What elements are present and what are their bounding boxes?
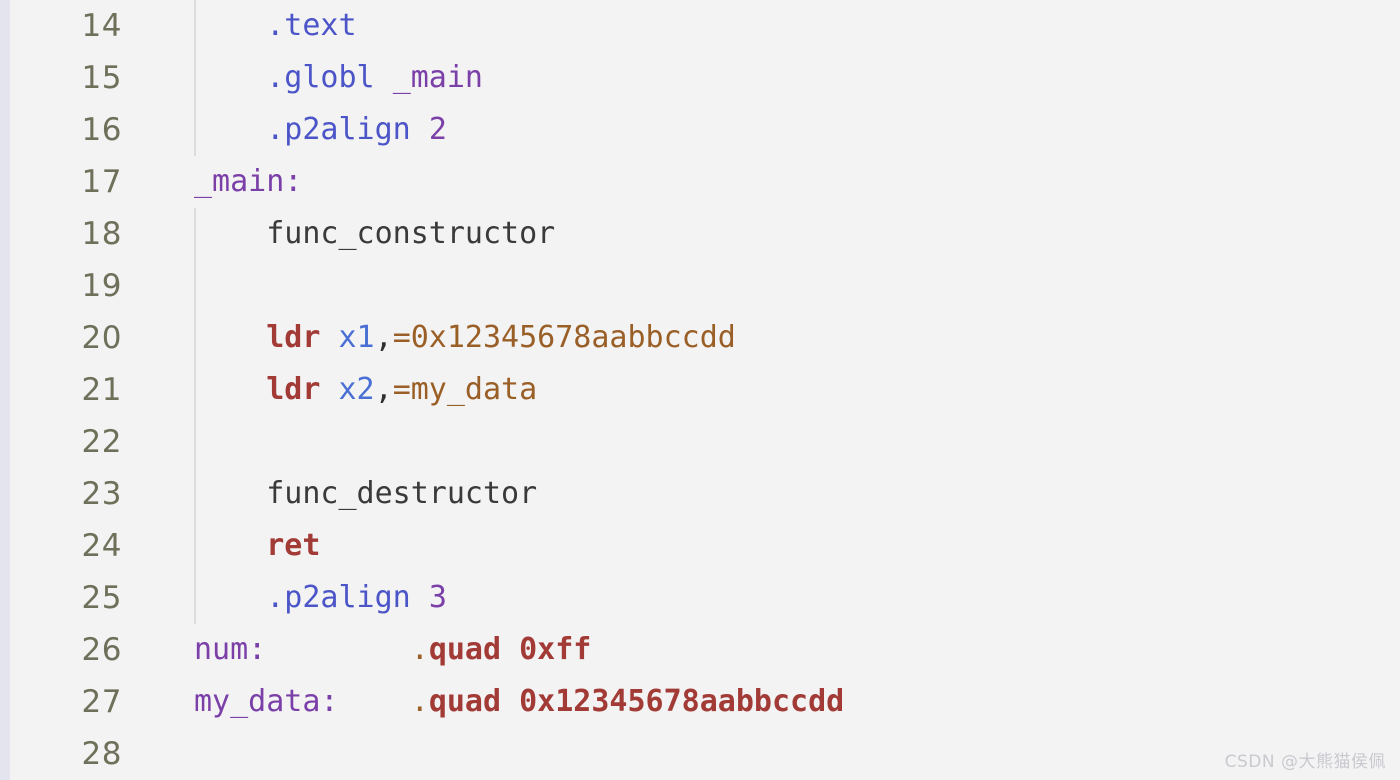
code-token: num: [194, 632, 267, 667]
line-number: 21 [81, 372, 122, 408]
line-number: 20 [81, 320, 122, 356]
code-line[interactable]: 21 ldr x2,=my_data [0, 364, 1400, 416]
code-line[interactable]: 16 .p2align 2 [0, 104, 1400, 156]
line-number: 22 [81, 424, 122, 460]
line-number: 17 [81, 164, 122, 200]
code-line-content[interactable]: .p2align 3 [194, 572, 447, 624]
line-number: 15 [81, 60, 122, 96]
csdn-watermark: CSDN @大熊猫侯佩 [1224, 752, 1386, 772]
code-line[interactable]: 22 [0, 416, 1400, 468]
code-token: x2 [338, 372, 375, 407]
code-token: .text [266, 8, 357, 43]
code-line[interactable]: 14 .text [0, 0, 1400, 52]
code-line-content[interactable]: ret [194, 520, 320, 572]
code-token: ret [266, 528, 321, 563]
code-token: .p2align [266, 112, 429, 147]
line-number: 24 [81, 528, 122, 564]
code-token: .p2align [266, 580, 429, 615]
line-number: 23 [81, 476, 122, 512]
code-line-content[interactable]: _main: [194, 156, 302, 208]
line-number: 16 [81, 112, 122, 148]
code-line[interactable]: 19 [0, 260, 1400, 312]
code-line-content[interactable]: my_data: .quad 0x12345678aabbccdd [194, 676, 844, 728]
code-token: quad 0x12345678aabbccdd [428, 684, 845, 719]
code-token: func_destructor [266, 476, 538, 511]
code-line[interactable]: 20 ldr x1,=0x12345678aabbccdd [0, 312, 1400, 364]
code-line-content[interactable]: func_destructor [194, 468, 537, 520]
code-token: . [410, 632, 429, 667]
code-line-content[interactable]: num: .quad 0xff [194, 624, 591, 676]
line-number: 27 [81, 684, 122, 720]
code-line[interactable]: 18 func_constructor [0, 208, 1400, 260]
line-number: 25 [81, 580, 122, 616]
code-editor[interactable]: 14 .text 15 .globl _main 16 .p2align 2 17 _m… [0, 0, 1400, 780]
code-line-content[interactable]: .p2align 2 [194, 104, 447, 156]
code-token: quad 0xff [428, 632, 592, 667]
line-number: 28 [81, 736, 122, 772]
code-line-content[interactable]: ldr x2,=my_data [194, 364, 537, 416]
code-token: 2 [428, 112, 447, 147]
line-number: 26 [81, 632, 122, 668]
code-line[interactable]: 27 my_data: .quad 0x12345678aabbccdd [0, 676, 1400, 728]
code-line[interactable]: 28 [0, 728, 1400, 780]
code-token: x1 [338, 320, 375, 355]
code-token: my_data: [194, 684, 339, 719]
code-token: . [410, 684, 429, 719]
code-line[interactable]: 24 ret [0, 520, 1400, 572]
code-token: =my_data [392, 372, 538, 407]
code-token: ldr [266, 320, 321, 355]
code-line-content[interactable]: .text [194, 0, 357, 52]
line-number: 14 [81, 8, 122, 44]
code-line[interactable]: 26 num: .quad 0xff [0, 624, 1400, 676]
code-token: func_constructor [266, 216, 556, 251]
code-line-content[interactable]: .globl _main [194, 52, 483, 104]
code-token: 3 [428, 580, 447, 615]
code-token: , [374, 320, 393, 355]
code-token: .globl [266, 60, 393, 95]
code-line[interactable]: 15 .globl _main [0, 52, 1400, 104]
code-token: _main [392, 60, 483, 95]
code-line-content[interactable]: ldr x1,=0x12345678aabbccdd [194, 312, 736, 364]
code-line[interactable]: 25 .p2align 3 [0, 572, 1400, 624]
line-number: 18 [81, 216, 122, 252]
code-line-content[interactable]: func_constructor [194, 208, 555, 260]
code-token: , [374, 372, 393, 407]
code-line[interactable]: 17 _main: [0, 156, 1400, 208]
code-token: ldr [266, 372, 321, 407]
line-number: 19 [81, 268, 122, 304]
code-line[interactable]: 23 func_destructor [0, 468, 1400, 520]
code-token: _main: [194, 164, 303, 199]
code-token: =0x12345678aabbccdd [392, 320, 736, 355]
